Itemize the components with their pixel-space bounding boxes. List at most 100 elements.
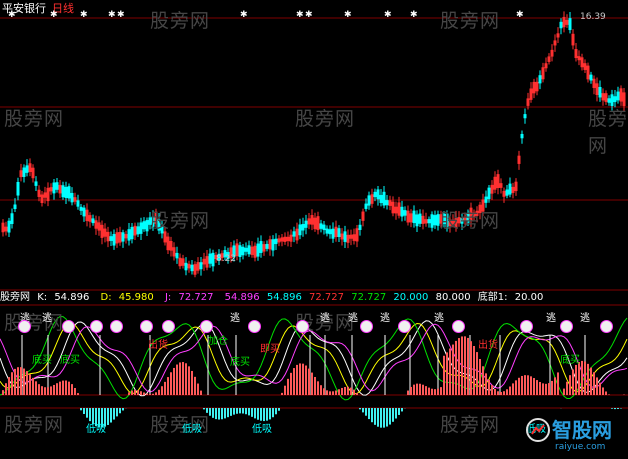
- histogram-bar: [599, 382, 601, 395]
- candle-body: [337, 228, 341, 238]
- histogram-bar: [140, 391, 142, 395]
- bottom-label: 底部1: 20.00: [477, 292, 544, 303]
- signal-bottom-buy: 底买: [60, 355, 80, 366]
- histogram-bar: [329, 391, 331, 395]
- histogram-bar: [143, 392, 145, 395]
- signal-low-buy: 低吸: [182, 424, 202, 435]
- histogram-bar: [224, 408, 226, 419]
- histogram-bar: [44, 387, 46, 395]
- histogram-bar: [152, 393, 154, 395]
- watermark: 股旁网: [4, 108, 65, 130]
- histogram-bar: [542, 383, 544, 395]
- histogram-bar: [38, 384, 40, 395]
- histogram-bar: [515, 380, 517, 395]
- histogram-bar: [74, 387, 76, 395]
- histogram-bar: [365, 408, 367, 416]
- candle-body: [418, 213, 422, 224]
- histogram-bar: [260, 408, 262, 421]
- histogram-bar: [14, 368, 16, 395]
- histogram-bar: [320, 385, 322, 395]
- histogram-bar: [149, 394, 151, 395]
- histogram-bar: [218, 408, 220, 420]
- histogram-bar: [26, 371, 28, 395]
- histogram-bar: [380, 408, 382, 428]
- histogram-bar: [353, 389, 355, 395]
- candle-body: [199, 262, 203, 270]
- histogram-bar: [305, 365, 307, 395]
- star-marker: ✱: [516, 10, 524, 20]
- candle-body: [274, 238, 278, 245]
- histogram-bar: [494, 388, 496, 395]
- candle-body: [379, 194, 383, 203]
- watermark: 股旁网: [295, 108, 356, 130]
- histogram-bar: [482, 366, 484, 395]
- histogram-bar: [242, 408, 244, 414]
- candle-body: [322, 224, 326, 231]
- candle-body: [385, 200, 389, 206]
- candle-body: [91, 218, 95, 224]
- candle-body: [55, 182, 59, 190]
- candle-body: [259, 241, 263, 253]
- logo-name: 智股网: [552, 418, 612, 442]
- candle-body: [190, 264, 194, 272]
- histogram-bar: [185, 363, 187, 395]
- histogram-bar: [614, 408, 616, 410]
- candle-body: [130, 226, 134, 240]
- histogram-bar: [581, 360, 583, 395]
- histogram-bar: [5, 383, 7, 395]
- indicator-name[interactable]: 股旁网: [0, 292, 30, 303]
- histogram-bar: [437, 388, 439, 395]
- value-4: 72.727: [351, 292, 387, 303]
- histogram-bar: [17, 367, 19, 395]
- histogram-bar: [401, 408, 403, 412]
- candle-body: [208, 253, 212, 264]
- stock-chart-window: 股旁网 股旁网 股旁网 股旁网 股旁网 股旁网 股旁网 股旁网 股旁网 股旁网 …: [0, 0, 628, 459]
- histogram-bar: [233, 408, 235, 415]
- smiley-marker: [600, 320, 613, 333]
- histogram-bar: [323, 388, 325, 395]
- histogram-bar: [461, 336, 463, 395]
- histogram-bar: [491, 385, 493, 395]
- histogram-bar: [389, 408, 391, 425]
- histogram-bar: [239, 408, 241, 414]
- histogram-bar: [332, 391, 334, 395]
- histogram-bar: [425, 386, 427, 395]
- histogram-bar: [293, 368, 295, 395]
- histogram-bar: [302, 363, 304, 395]
- histogram-bar: [266, 408, 268, 421]
- histogram-bar: [458, 338, 460, 395]
- histogram-bar: [617, 408, 619, 409]
- candle-body: [52, 182, 56, 194]
- watermark: 股旁网: [440, 210, 501, 232]
- chart-canvas[interactable]: [0, 0, 628, 459]
- histogram-bar: [518, 377, 520, 395]
- histogram-bar: [11, 372, 13, 395]
- star-marker: ✱: [410, 10, 418, 20]
- value-3: 72.727: [309, 292, 345, 303]
- histogram-bar: [170, 372, 172, 395]
- histogram-bar: [296, 364, 298, 395]
- signal-escape: 逃: [546, 313, 556, 324]
- histogram-bar: [392, 408, 394, 422]
- star-marker: ✱: [344, 10, 352, 20]
- signal-escape: 逃: [320, 313, 330, 324]
- histogram-bar: [107, 408, 109, 425]
- price-high-label: 16.39: [580, 12, 606, 22]
- histogram-bar: [470, 341, 472, 395]
- histogram-bar: [167, 377, 169, 395]
- histogram-bar: [272, 408, 274, 418]
- signal-low-buy: 低吸: [86, 424, 106, 435]
- signal-low-buy: 低吸: [252, 424, 272, 435]
- candle-body: [271, 239, 275, 251]
- histogram-bar: [341, 387, 343, 395]
- watermark: 股旁网: [440, 10, 501, 32]
- histogram-bar: [290, 372, 292, 395]
- histogram-bar: [113, 408, 115, 420]
- histogram-bar: [359, 408, 361, 410]
- histogram-bar: [191, 370, 193, 395]
- candle-body: [376, 189, 380, 200]
- histogram-bar: [548, 383, 550, 395]
- histogram-bar: [545, 383, 547, 395]
- histogram-bar: [65, 380, 67, 395]
- candle-body: [61, 185, 65, 198]
